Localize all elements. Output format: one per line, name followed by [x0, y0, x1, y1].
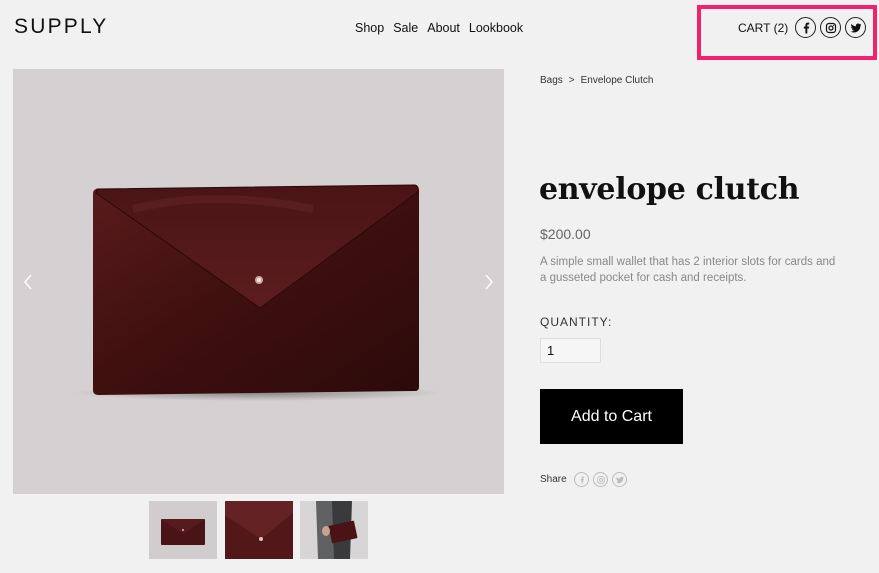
twitter-icon[interactable] — [845, 17, 866, 38]
breadcrumb: Bags > Envelope Clutch — [540, 75, 653, 86]
share-facebook-icon[interactable] — [574, 472, 589, 487]
nav-lookbook[interactable]: Lookbook — [469, 21, 523, 35]
product-title: envelope clutch — [539, 172, 800, 207]
nav-shop[interactable]: Shop — [355, 21, 384, 35]
product-price: $200.00 — [540, 226, 591, 242]
product-main-image[interactable] — [13, 69, 504, 494]
facebook-icon[interactable] — [795, 17, 816, 38]
breadcrumb-separator: > — [568, 75, 575, 86]
nav-about[interactable]: About — [427, 21, 460, 35]
share-twitter-icon[interactable] — [612, 472, 627, 487]
cart-link[interactable]: CART (2) — [738, 21, 788, 35]
share-label: Share — [540, 474, 567, 485]
nav-sale[interactable]: Sale — [393, 21, 418, 35]
thumbnail-0[interactable] — [149, 501, 217, 559]
instagram-icon[interactable] — [820, 17, 841, 38]
clutch-illustration — [73, 184, 443, 401]
next-image-arrow-icon[interactable] — [484, 273, 494, 296]
breadcrumb-parent[interactable]: Bags — [540, 75, 563, 86]
main-nav: Shop Sale About Lookbook — [355, 21, 523, 35]
product-description: A simple small wallet that has 2 interio… — [540, 256, 836, 284]
thumbnail-1[interactable] — [225, 501, 293, 559]
quantity-input[interactable] — [540, 338, 601, 363]
prev-image-arrow-icon[interactable] — [23, 273, 33, 296]
breadcrumb-current: Envelope Clutch — [580, 75, 654, 86]
add-to-cart-button[interactable]: Add to Cart — [540, 389, 683, 444]
thumbnail-2[interactable] — [300, 501, 368, 559]
share-instagram-icon[interactable] — [593, 472, 608, 487]
site-logo[interactable]: SUPPLY — [14, 15, 109, 39]
quantity-label: QUANTITY: — [540, 315, 613, 329]
